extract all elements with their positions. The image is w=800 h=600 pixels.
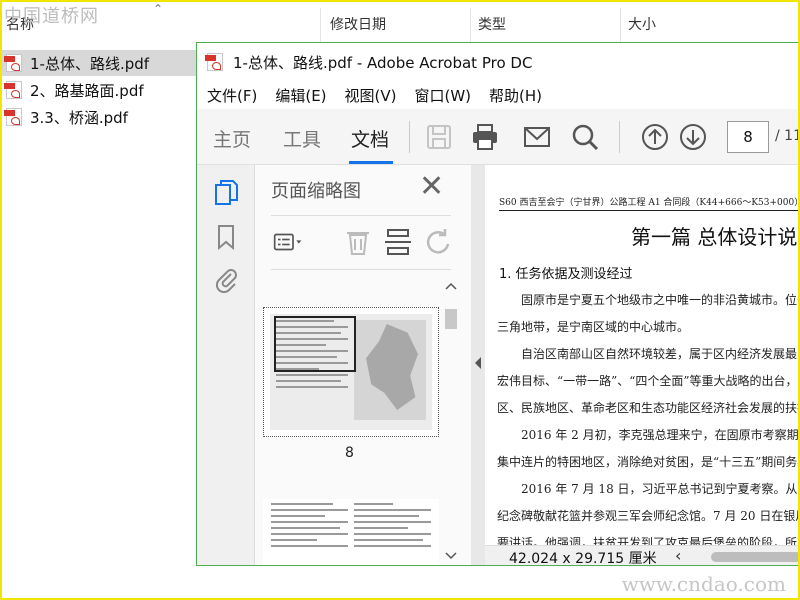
document-text-line: 固原市是宁夏五个地级市之中唯一的非沿黄城市。位于西: [521, 293, 800, 307]
status-bar: 42.024 x 29.715 厘米 ‹: [485, 545, 800, 566]
toolbar-separator: [619, 121, 620, 153]
email-icon[interactable]: [523, 123, 551, 151]
page-thumbnail[interactable]: [263, 499, 439, 565]
page-thumbnail[interactable]: [263, 307, 439, 437]
watermark-top: 中国道桥网: [4, 6, 99, 27]
thumbnail-page-number: 8: [345, 445, 354, 461]
document-text-line: 区、民族地区、革命老区和生态功能区经济社会发展的扶持力: [497, 401, 800, 415]
rotate-icon[interactable]: [423, 227, 453, 257]
search-icon[interactable]: [571, 123, 599, 151]
page-total: / 11: [775, 128, 800, 144]
menu-view[interactable]: 视图(V): [345, 85, 397, 106]
page-thumbnail-preview: [270, 314, 432, 430]
save-icon[interactable]: [425, 123, 453, 151]
column-size[interactable]: 大小: [628, 14, 656, 34]
previous-page-icon[interactable]: [641, 123, 669, 151]
document-text-line: 自治区南部山区自然环境较差，属于区内经济发展最为滞: [521, 347, 800, 361]
panel-title: 页面缩略图: [271, 181, 361, 202]
file-row[interactable]: 3.3、桥涵.pdf: [0, 104, 196, 130]
page-thumbnails-icon[interactable]: [213, 179, 239, 207]
file-row[interactable]: 2、路基路面.pdf: [0, 77, 196, 103]
horizontal-scrollbar-thumb[interactable]: [711, 552, 800, 562]
acrobat-pdf-icon: [205, 53, 223, 71]
document-text-line: 宏伟目标、“一带一路”、“四个全面”等重大战略的出台，国家: [497, 374, 800, 388]
panel-splitter[interactable]: [471, 165, 485, 565]
thumbnail-scrollbar[interactable]: [443, 275, 459, 566]
title-bar[interactable]: 1-总体、路线.pdf - Adobe Acrobat Pro DC: [197, 43, 800, 81]
tab-document[interactable]: 文档: [351, 125, 389, 152]
document-text-line: 三角地带，是宁南区域的中心城市。: [497, 320, 690, 334]
file-row[interactable]: 1-总体、路线.pdf: [0, 50, 196, 76]
close-icon[interactable]: ✕: [419, 171, 444, 203]
section-heading: 1. 任务依据及测设经过: [499, 267, 633, 282]
left-navigation-rail: [197, 165, 255, 565]
explorer-column-header: ⌃ 名称 修改日期 类型 大小: [0, 0, 800, 46]
collapse-panel-icon[interactable]: [471, 353, 485, 373]
menu-window[interactable]: 窗口(W): [415, 85, 472, 106]
column-separator[interactable]: [620, 8, 621, 42]
menu-file[interactable]: 文件(F): [207, 85, 257, 106]
attachment-icon[interactable]: [213, 265, 239, 293]
document-title: 第一篇 总体设计说: [631, 225, 798, 249]
column-modified-date[interactable]: 修改日期: [330, 14, 386, 34]
thumbnail-panel: 页面缩略图 ✕ 8: [255, 165, 471, 566]
print-icon[interactable]: [471, 123, 499, 151]
document-text-line: 纪念碑敬献花篮并参观三军会师纪念馆。7 月 20 日在银川主持: [497, 509, 800, 523]
tab-tools[interactable]: 工具: [283, 125, 321, 152]
document-header: S60 西吉至会宁（宁甘界）公路工程 A1 合同段（K44+666～K53+00…: [499, 195, 800, 211]
file-name: 3.3、桥涵.pdf: [30, 108, 128, 127]
column-type[interactable]: 类型: [478, 14, 506, 34]
pdf-file-icon: [4, 108, 22, 126]
document-view[interactable]: S60 西吉至会宁（宁甘界）公路工程 A1 合同段（K44+666～K53+00…: [485, 165, 800, 565]
file-name: 2、路基路面.pdf: [30, 81, 144, 100]
view-region-box[interactable]: [274, 316, 356, 372]
divider: [271, 215, 451, 216]
insert-page-icon[interactable]: [383, 227, 413, 257]
menu-bar: 文件(F) 编辑(E) 视图(V) 窗口(W) 帮助(H): [197, 81, 800, 109]
page-number-input[interactable]: 8: [727, 121, 769, 153]
active-tab-indicator: [349, 161, 393, 164]
divider: [271, 269, 451, 270]
document-text-line: 2016 年 7 月 18 日，习近平总书记到宁夏考察。从北京直飞: [521, 482, 800, 496]
thumbnail-options-icon[interactable]: [273, 227, 303, 257]
tab-home[interactable]: 主页: [213, 125, 251, 152]
page-size-readout: 42.024 x 29.715 厘米: [509, 551, 657, 566]
document-text-line: 集中连片的特困地区，消除绝对贫困，是“十三五”期间务必: [497, 455, 800, 469]
file-name: 1-总体、路线.pdf: [30, 54, 150, 73]
toolbar-separator: [409, 121, 410, 153]
next-page-icon[interactable]: [679, 123, 707, 151]
delete-page-icon[interactable]: [343, 227, 373, 257]
menu-help[interactable]: 帮助(H): [489, 85, 542, 106]
window-title: 1-总体、路线.pdf - Adobe Acrobat Pro DC: [233, 53, 533, 72]
toolbar: 主页 工具 文档 8 / 11: [197, 109, 800, 165]
pdf-file-icon: [4, 81, 22, 99]
scroll-left-icon[interactable]: ‹: [675, 546, 681, 565]
column-separator[interactable]: [470, 8, 471, 42]
sort-up-icon: ⌃: [153, 2, 164, 16]
bookmark-icon[interactable]: [213, 223, 239, 251]
document-text-line: 2016 年 2 月初，李克强总理来宁，在固原市考察期间指出: [521, 428, 800, 442]
column-separator[interactable]: [320, 8, 321, 42]
watermark-bottom: www.cndao.com: [621, 572, 786, 596]
pdf-file-icon: [4, 54, 22, 72]
menu-edit[interactable]: 编辑(E): [275, 85, 326, 106]
acrobat-window: 1-总体、路线.pdf - Adobe Acrobat Pro DC 文件(F)…: [196, 42, 800, 566]
